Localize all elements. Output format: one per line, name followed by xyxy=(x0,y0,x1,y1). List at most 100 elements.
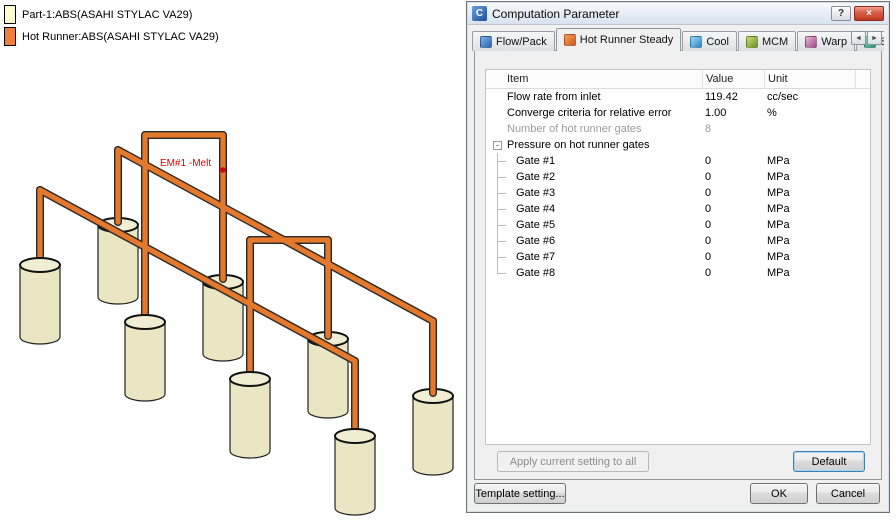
table-row[interactable]: Gate #7 0 MPa xyxy=(486,249,870,265)
tree-line xyxy=(497,249,514,265)
row-unit: MPa xyxy=(767,187,790,199)
row-value[interactable]: 1.00 xyxy=(705,107,726,119)
table-body: Flow rate from inlet 119.42 cc/sec Converge… xyxy=(486,89,870,281)
part-cylinder xyxy=(124,314,166,402)
tree-line xyxy=(497,217,514,233)
row-value[interactable]: 0 xyxy=(705,187,711,199)
table-row[interactable]: Number of hot runner gates 8 xyxy=(486,121,870,137)
row-unit: cc/sec xyxy=(767,91,799,103)
row-unit: MPa xyxy=(767,171,790,183)
app-icon: C xyxy=(472,6,487,21)
row-item-label: Gate #1 xyxy=(516,155,556,167)
tab-flow-pack[interactable]: Flow/Pack xyxy=(472,31,555,51)
row-item-label: Gate #2 xyxy=(516,171,556,183)
help-button[interactable]: ? xyxy=(831,6,851,21)
table-row[interactable]: Gate #1 0 MPa xyxy=(486,153,870,169)
column-header-value: Value xyxy=(702,70,764,88)
table-row[interactable]: Converge criteria for relative error 1.00… xyxy=(486,105,870,121)
close-button[interactable]: × xyxy=(854,6,884,21)
row-item-label: Flow rate from inlet xyxy=(507,91,601,103)
tab-warp[interactable]: Warp xyxy=(797,31,856,51)
tree-line xyxy=(497,169,514,185)
tab-label: Flow/Pack xyxy=(496,35,547,48)
tab-strip: Flow/Pack Hot Runner Steady Cool MCM Warp S xyxy=(472,25,884,51)
warp-icon xyxy=(805,35,818,48)
row-value[interactable]: 119.42 xyxy=(705,91,738,103)
tab-scroll-right-button[interactable]: ► xyxy=(867,31,882,45)
row-unit: MPa xyxy=(767,267,790,279)
mcm-icon xyxy=(745,35,758,48)
table-row[interactable]: Gate #3 0 MPa xyxy=(486,185,870,201)
application-window: Part-1:ABS(ASAHI STYLAC VA29) Hot Runner… xyxy=(0,0,896,522)
tab-label: Hot Runner Steady xyxy=(579,34,674,46)
table-row[interactable]: Gate #4 0 MPa xyxy=(486,201,870,217)
row-value[interactable]: 0 xyxy=(705,203,711,215)
row-value[interactable]: 0 xyxy=(705,251,711,263)
table-row[interactable]: Flow rate from inlet 119.42 cc/sec xyxy=(486,89,870,105)
row-item-label: Gate #8 xyxy=(516,267,556,279)
row-item-label: Gate #4 xyxy=(516,203,556,215)
row-item-label: Number of hot runner gates xyxy=(507,123,642,135)
table-row[interactable]: Gate #5 0 MPa xyxy=(486,217,870,233)
row-unit: MPa xyxy=(767,251,790,263)
hot-runner-icon xyxy=(563,34,576,46)
row-unit: MPa xyxy=(767,219,790,231)
tree-line xyxy=(497,201,514,217)
apply-current-setting-to-all-button: Apply current setting to all xyxy=(497,451,649,472)
collapse-icon[interactable]: - xyxy=(493,140,502,150)
tab-label: Cool xyxy=(706,35,729,48)
tab-cool[interactable]: Cool xyxy=(682,31,737,51)
dialog-titlebar[interactable]: C Computation Parameter ? × xyxy=(468,3,888,25)
hot-runner-steady-tab-page: Item Value Unit Flow rate from inlet 119.… xyxy=(474,50,882,480)
table-row[interactable]: - Pressure on hot runner gates xyxy=(486,137,870,153)
computation-parameter-dialog: C Computation Parameter ? × Flow/Pack Hot… xyxy=(466,1,890,513)
cool-icon xyxy=(690,35,703,48)
row-unit: MPa xyxy=(767,155,790,167)
row-unit: % xyxy=(767,107,777,119)
flow-pack-icon xyxy=(480,35,492,48)
part-cylinder xyxy=(334,428,376,516)
table-header: Item Value Unit xyxy=(486,70,870,89)
default-button[interactable]: Default xyxy=(793,451,865,472)
cancel-button[interactable]: Cancel xyxy=(816,483,880,504)
tree-line xyxy=(497,185,514,201)
row-value[interactable]: 0 xyxy=(705,267,711,279)
legend-part-label: Part-1:ABS(ASAHI STYLAC VA29) xyxy=(22,8,193,21)
tab-label: Warp xyxy=(821,35,848,48)
row-item-label: Pressure on hot runner gates xyxy=(507,139,650,151)
hot-runner-color-swatch xyxy=(4,27,16,46)
column-header-item: Item xyxy=(507,73,529,85)
table-row[interactable]: Gate #2 0 MPa xyxy=(486,169,870,185)
row-value[interactable]: 8 xyxy=(705,123,711,135)
row-item-label: Gate #3 xyxy=(516,187,556,199)
viewport-3d[interactable]: Part-1:ABS(ASAHI STYLAC VA29) Hot Runner… xyxy=(0,0,466,522)
tab-scroll-left-button[interactable]: ◄ xyxy=(851,31,866,45)
tab-hot-runner-steady[interactable]: Hot Runner Steady xyxy=(555,28,682,51)
row-value[interactable]: 0 xyxy=(705,235,711,247)
row-value[interactable]: 0 xyxy=(705,155,711,167)
melt-entrance-marker xyxy=(220,167,226,173)
tab-label: MCM xyxy=(761,35,789,48)
row-unit: MPa xyxy=(767,203,790,215)
tree-line xyxy=(497,233,514,249)
part-color-swatch xyxy=(4,5,16,24)
table-row[interactable]: Gate #6 0 MPa xyxy=(486,233,870,249)
tab-scroll-buttons: ◄ ► xyxy=(851,31,882,45)
row-unit: MPa xyxy=(767,235,790,247)
row-item-label: Gate #5 xyxy=(516,219,556,231)
row-value[interactable]: 0 xyxy=(705,171,711,183)
table-row[interactable]: Gate #8 0 MPa xyxy=(486,265,870,281)
row-value[interactable]: 0 xyxy=(705,219,711,231)
parameter-table: Item Value Unit Flow rate from inlet 119.… xyxy=(485,69,871,445)
legend-item-hot-runner: Hot Runner:ABS(ASAHI STYLAC VA29) xyxy=(4,27,219,46)
hot-runner-model[interactable]: EM#1 -Melt xyxy=(0,0,466,522)
row-item-label: Converge criteria for relative error xyxy=(507,107,672,119)
ok-button[interactable]: OK xyxy=(750,483,808,504)
legend-hot-runner-label: Hot Runner:ABS(ASAHI STYLAC VA29) xyxy=(22,30,219,43)
part-cylinder xyxy=(19,257,61,345)
legend-item-part: Part-1:ABS(ASAHI STYLAC VA29) xyxy=(4,5,219,24)
column-header-unit: Unit xyxy=(764,70,856,88)
template-setting-button[interactable]: Template setting... xyxy=(474,483,566,504)
dialog-title: Computation Parameter xyxy=(492,6,620,21)
tab-mcm[interactable]: MCM xyxy=(737,31,797,51)
